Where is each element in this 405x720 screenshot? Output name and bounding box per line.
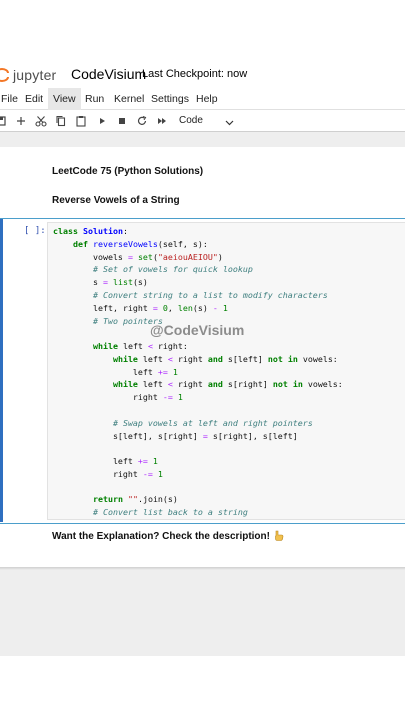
paste-icon[interactable]: [74, 113, 88, 129]
cell-border-top: [0, 218, 405, 219]
menu-run[interactable]: Run: [80, 88, 109, 110]
code-line: while left < right and s[right] not in v…: [112, 379, 343, 389]
menu-settings[interactable]: Settings: [146, 88, 194, 110]
cell-type-value: Code: [179, 115, 203, 126]
cell-type-select[interactable]: Code: [174, 113, 238, 129]
code-line: right -= 1: [53, 469, 163, 479]
jupyter-logo-icon: [0, 67, 10, 83]
top-blank-area: [0, 0, 405, 64]
cut-icon[interactable]: [34, 113, 48, 129]
chevron-down-icon: [225, 117, 234, 133]
code-line: # Set of vowels for quick lookup: [92, 264, 253, 274]
stop-icon[interactable]: [115, 113, 129, 129]
code-line: # Swap vowels at left and right pointers: [112, 418, 313, 428]
active-cell-indicator: [0, 219, 3, 522]
code-line: vowels = set("aeiouAEIOU"): [53, 252, 223, 262]
add-cell-icon[interactable]: [14, 113, 28, 129]
menu-view[interactable]: View: [48, 88, 81, 110]
code-line: left += 1: [53, 367, 178, 377]
markdown-heading-title: LeetCode 75 (Python Solutions): [52, 166, 204, 177]
explanation-label: Want the Explanation? Check the descript…: [52, 531, 270, 542]
code-line: right -= 1: [53, 392, 183, 402]
code-line: def reverseVowels(self, s):: [72, 239, 208, 249]
code-line: left += 1: [53, 456, 158, 466]
code-line: while left < right and s[left] not in vo…: [112, 354, 338, 364]
pointing-down-hand-icon: [273, 530, 284, 544]
menu-help[interactable]: Help: [191, 88, 223, 110]
copy-icon[interactable]: [54, 113, 68, 129]
menu-edit[interactable]: Edit: [20, 88, 48, 110]
code-line: class Solution:: [53, 226, 128, 236]
code-line: while left < right:: [92, 341, 188, 351]
fast-forward-icon[interactable]: [155, 113, 169, 129]
menubar: File Edit View Run Kernel Settings Help: [0, 88, 405, 110]
code-line: s[left], s[right] = s[right], s[left]: [53, 431, 298, 441]
jupyter-header: jupyter CodeVisium Last Checkpoint: now: [0, 64, 405, 88]
code-line: left, right = 0, len(s) - 1: [53, 303, 228, 313]
checkpoint-status: Last Checkpoint: now: [142, 68, 248, 80]
page-bottom-shadow: [0, 567, 405, 570]
code-line: # Two pointers: [92, 316, 163, 326]
code-line: # Convert string to a list to modify cha…: [92, 290, 328, 300]
markdown-heading-problem: Reverse Vowels of a String: [52, 195, 180, 206]
code-line: return "".join(s): [92, 494, 178, 504]
run-icon[interactable]: [95, 113, 109, 129]
watermark: @CodeVisium: [150, 322, 245, 338]
save-icon[interactable]: [0, 113, 8, 129]
explanation-text: Want the Explanation? Check the descript…: [52, 530, 284, 544]
code-line: # Convert list back to a string: [92, 507, 248, 517]
menu-kernel[interactable]: Kernel: [109, 88, 149, 110]
cell-border-bottom: [0, 523, 405, 524]
restart-icon[interactable]: [135, 113, 149, 129]
notebook-title[interactable]: CodeVisium: [71, 66, 146, 82]
jupyter-brand[interactable]: jupyter: [13, 67, 56, 83]
cell-prompt: [ ]:: [24, 226, 46, 236]
code-line: s = list(s): [53, 277, 148, 287]
toolbar: Code: [0, 110, 405, 132]
